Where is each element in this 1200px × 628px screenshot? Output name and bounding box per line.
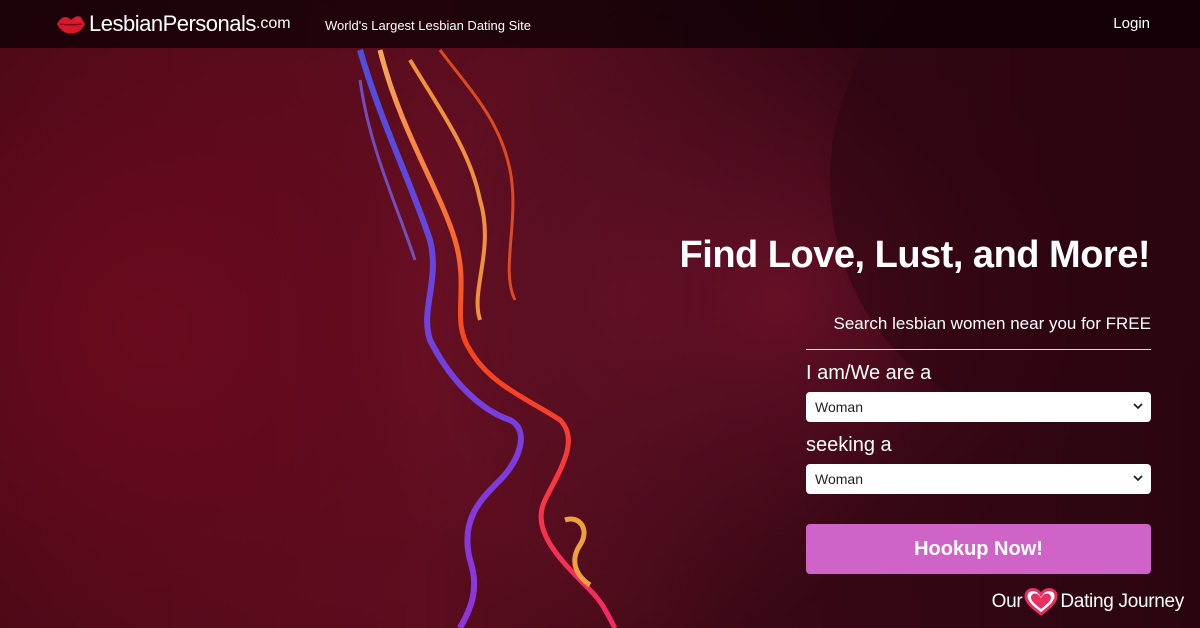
site-logo[interactable]: LesbianPersonals .com bbox=[55, 8, 291, 40]
form-subhead: Search lesbian women near you for FREE bbox=[806, 310, 1151, 350]
site-tagline: World's Largest Lesbian Dating Site bbox=[325, 18, 532, 33]
hookup-now-button[interactable]: Hookup Now! bbox=[806, 524, 1151, 574]
top-nav-bar: LesbianPersonals .com World's Largest Le… bbox=[0, 0, 1200, 48]
heart-icon bbox=[1024, 588, 1058, 616]
lips-icon bbox=[57, 16, 85, 34]
seeking-label: seeking a bbox=[806, 434, 892, 456]
chevron-down-icon bbox=[1133, 475, 1143, 482]
iam-select[interactable]: Woman bbox=[806, 392, 1151, 422]
search-form: Search lesbian women near you for FREE I… bbox=[806, 310, 1151, 574]
logo-suffix: .com bbox=[255, 15, 291, 32]
watermark-right-text: Dating Journey bbox=[1060, 591, 1184, 612]
watermark: Our Dating Journey bbox=[992, 588, 1184, 616]
logo-text: LesbianPersonals bbox=[89, 11, 256, 36]
iam-selected-value: Woman bbox=[815, 399, 863, 415]
login-link[interactable]: Login bbox=[1113, 15, 1150, 32]
chevron-down-icon bbox=[1133, 403, 1143, 410]
watermark-left-text: Our bbox=[991, 591, 1023, 612]
seeking-selected-value: Woman bbox=[815, 471, 863, 487]
hero-headline: Find Love, Lust, and More! bbox=[679, 234, 1151, 276]
iam-label: I am/We are a bbox=[806, 362, 932, 384]
seeking-select[interactable]: Woman bbox=[806, 464, 1151, 494]
